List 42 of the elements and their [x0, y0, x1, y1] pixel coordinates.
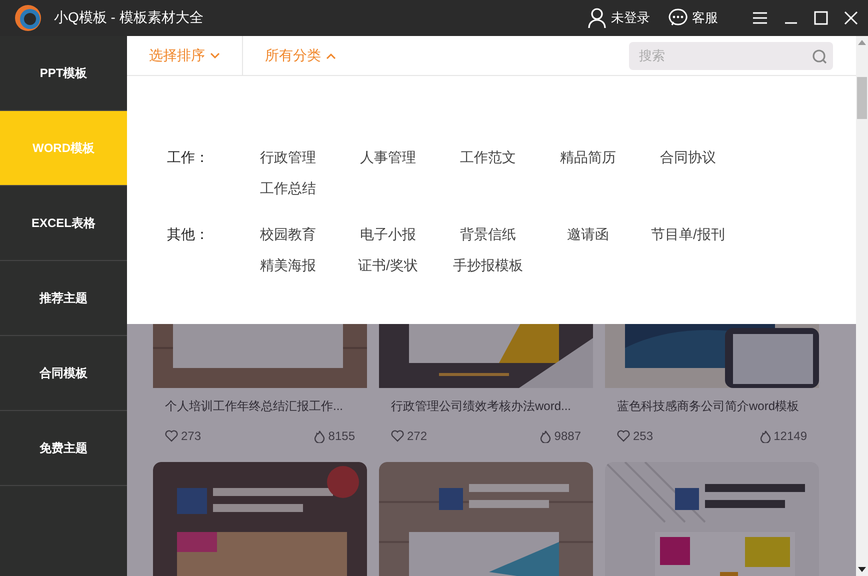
category-link[interactable]: 手抄报模板	[453, 250, 523, 281]
chat-icon	[668, 8, 688, 28]
user-icon	[587, 8, 607, 28]
service-button[interactable]: 客服	[668, 8, 718, 28]
category-link[interactable]: 工作总结	[260, 173, 316, 204]
category-link[interactable]: 人事管理	[360, 142, 416, 173]
close-icon[interactable]	[844, 11, 858, 25]
like-count: 253	[633, 429, 654, 443]
scrollbar-thumb[interactable]	[857, 77, 867, 119]
flame-icon	[540, 430, 552, 442]
view-count: 9887	[554, 429, 581, 443]
view-count: 12149	[774, 429, 807, 443]
category-link[interactable]: 合同协议	[660, 142, 716, 173]
heart-icon	[617, 430, 630, 442]
menu-icon[interactable]	[752, 11, 768, 25]
scroll-down-icon	[858, 567, 866, 572]
scroll-up-icon	[858, 40, 866, 45]
app-logo-icon	[14, 4, 42, 32]
view-count: 8155	[328, 429, 355, 443]
heart-icon	[391, 430, 404, 442]
caret-down-icon	[210, 52, 220, 58]
flame-icon	[760, 430, 771, 442]
caret-up-icon	[326, 52, 336, 58]
like-count: 272	[407, 429, 428, 443]
category-link[interactable]: 精品简历	[560, 142, 616, 173]
card-title: 行政管理公司绩效考核办法word...	[390, 398, 572, 415]
category-label: 工作：	[167, 148, 210, 167]
category-label: 其他：	[167, 225, 210, 244]
window-title: 小Q模板 - 模板素材大全	[54, 9, 204, 27]
search-field[interactable]: 搜索	[629, 42, 833, 70]
search-icon	[812, 48, 827, 64]
scrollbar[interactable]	[856, 36, 868, 576]
category-link[interactable]: 行政管理	[260, 142, 316, 173]
login-button[interactable]: 未登录	[587, 8, 650, 28]
flame-icon	[314, 430, 326, 442]
like-count: 273	[181, 429, 202, 443]
heart-icon	[165, 430, 178, 442]
card-title: 蓝色科技感商务公司简介word模板	[616, 398, 800, 415]
category-link[interactable]: 工作范文	[460, 142, 516, 173]
category-link[interactable]: 精美海报	[260, 250, 316, 281]
maximize-icon[interactable]	[814, 11, 828, 25]
card-title: 个人培训工作年终总结汇报工作...	[164, 398, 344, 415]
